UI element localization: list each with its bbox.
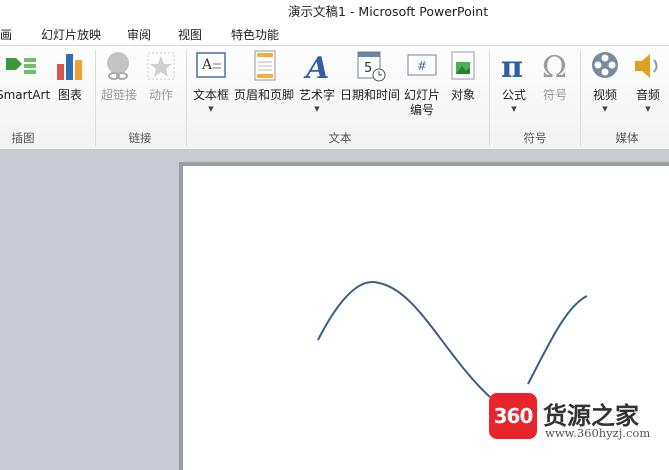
action-button[interactable]: 动作: [143, 50, 179, 102]
group-separator: [580, 50, 581, 146]
datetime-button[interactable]: 5 日期和时间: [339, 50, 401, 102]
group-label-text: 文本: [328, 131, 352, 145]
header-footer-icon: [254, 50, 276, 81]
textbox-label: 文本框: [192, 88, 229, 102]
hyperlink-label: 超链接: [100, 88, 137, 102]
tab-special-features[interactable]: 特色功能: [231, 26, 279, 43]
object-icon: [451, 51, 475, 80]
group-separator: [186, 50, 187, 146]
smartart-icon: [6, 58, 36, 74]
group-label-links: 链接: [128, 131, 152, 145]
audio-label: 音频: [635, 88, 660, 102]
video-button[interactable]: 视频 ▼: [587, 50, 623, 114]
pi-icon: π: [501, 50, 523, 82]
audio-button[interactable]: 音频 ▼: [630, 50, 666, 114]
wordart-button[interactable]: A 艺术字 ▼: [297, 50, 337, 114]
dropdown-arrow-icon: ▼: [602, 105, 608, 113]
svg-text:A: A: [303, 51, 329, 82]
group-label-media: 媒体: [615, 131, 639, 145]
chart-button[interactable]: 图表: [52, 50, 88, 102]
slide-number-label-line2: 编号: [409, 103, 434, 117]
smartart-label: SmartArt: [0, 88, 51, 102]
bar-chart-icon: [57, 54, 82, 80]
watermark-logo: 360: [489, 393, 537, 439]
ribbon-tabs: 动画 幻灯片放映 审阅 视图 特色功能: [0, 20, 669, 46]
slide-number-label-line1: 幻灯片: [403, 88, 440, 102]
group-label-illustrations: 插图: [11, 131, 35, 145]
wordart-label: 艺术字: [298, 88, 335, 102]
equation-label: 公式: [501, 88, 526, 102]
textbox-button[interactable]: A 文本框 ▼: [190, 50, 232, 114]
watermark-url: www.360hyzj.com: [545, 426, 651, 440]
header-footer-label: 页眉和页脚: [234, 88, 295, 102]
datetime-label: 日期和时间: [339, 88, 400, 102]
smartart-button[interactable]: SmartArt: [0, 50, 51, 102]
video-label: 视频: [592, 88, 617, 102]
object-label: 对象: [450, 88, 475, 102]
group-separator: [489, 50, 490, 146]
chart-label: 图表: [57, 88, 82, 102]
action-star-icon: [147, 52, 175, 80]
hyperlink-button[interactable]: 超链接: [100, 50, 138, 102]
object-button[interactable]: 对象: [444, 50, 482, 102]
symbol-button[interactable]: Ω 符号: [537, 50, 573, 102]
watermark: 360 货源之家 www.360hyzj.com: [489, 393, 669, 448]
tab-review[interactable]: 审阅: [127, 26, 151, 43]
svg-text:5: 5: [364, 61, 372, 76]
tab-slideshow[interactable]: 幻灯片放映: [41, 26, 101, 43]
window-title: 演示文稿1 - Microsoft PowerPoint: [288, 4, 489, 19]
speaker-icon: [635, 54, 658, 78]
dropdown-arrow-icon: ▼: [645, 105, 651, 113]
globe-link-icon: [107, 52, 129, 80]
header-footer-button[interactable]: 页眉和页脚: [234, 50, 294, 102]
slide-number-icon: #: [407, 54, 437, 76]
group-label-symbols: 符号: [523, 131, 547, 145]
calendar-clock-icon: 5: [357, 51, 386, 82]
slide-number-button[interactable]: # 幻灯片 编号: [403, 50, 441, 117]
omega-icon: Ω: [542, 50, 567, 82]
group-separator: [95, 50, 96, 146]
film-reel-icon: [592, 52, 618, 78]
dropdown-arrow-icon: ▼: [208, 105, 214, 113]
svg-text:A: A: [201, 57, 213, 73]
textbox-icon: A: [196, 52, 226, 78]
wordart-icon: A: [303, 51, 329, 82]
action-label: 动作: [148, 88, 173, 102]
symbol-label: 符号: [542, 88, 567, 102]
tab-view[interactable]: 视图: [178, 26, 202, 43]
svg-text:π: π: [501, 50, 523, 82]
svg-text:#: #: [417, 59, 427, 73]
title-bar: 演示文稿1 - Microsoft PowerPoint: [0, 0, 669, 20]
dropdown-arrow-icon: ▼: [511, 105, 517, 113]
equation-button[interactable]: π 公式 ▼: [496, 50, 532, 114]
svg-text:Ω: Ω: [542, 50, 567, 82]
ribbon-insert: SmartArt 图表 超链接 动作 A 文本框 ▼ 页眉和页脚 A 艺术字 ▼…: [0, 46, 669, 150]
dropdown-arrow-icon: ▼: [314, 105, 320, 113]
tab-animations[interactable]: 动画: [0, 26, 12, 43]
